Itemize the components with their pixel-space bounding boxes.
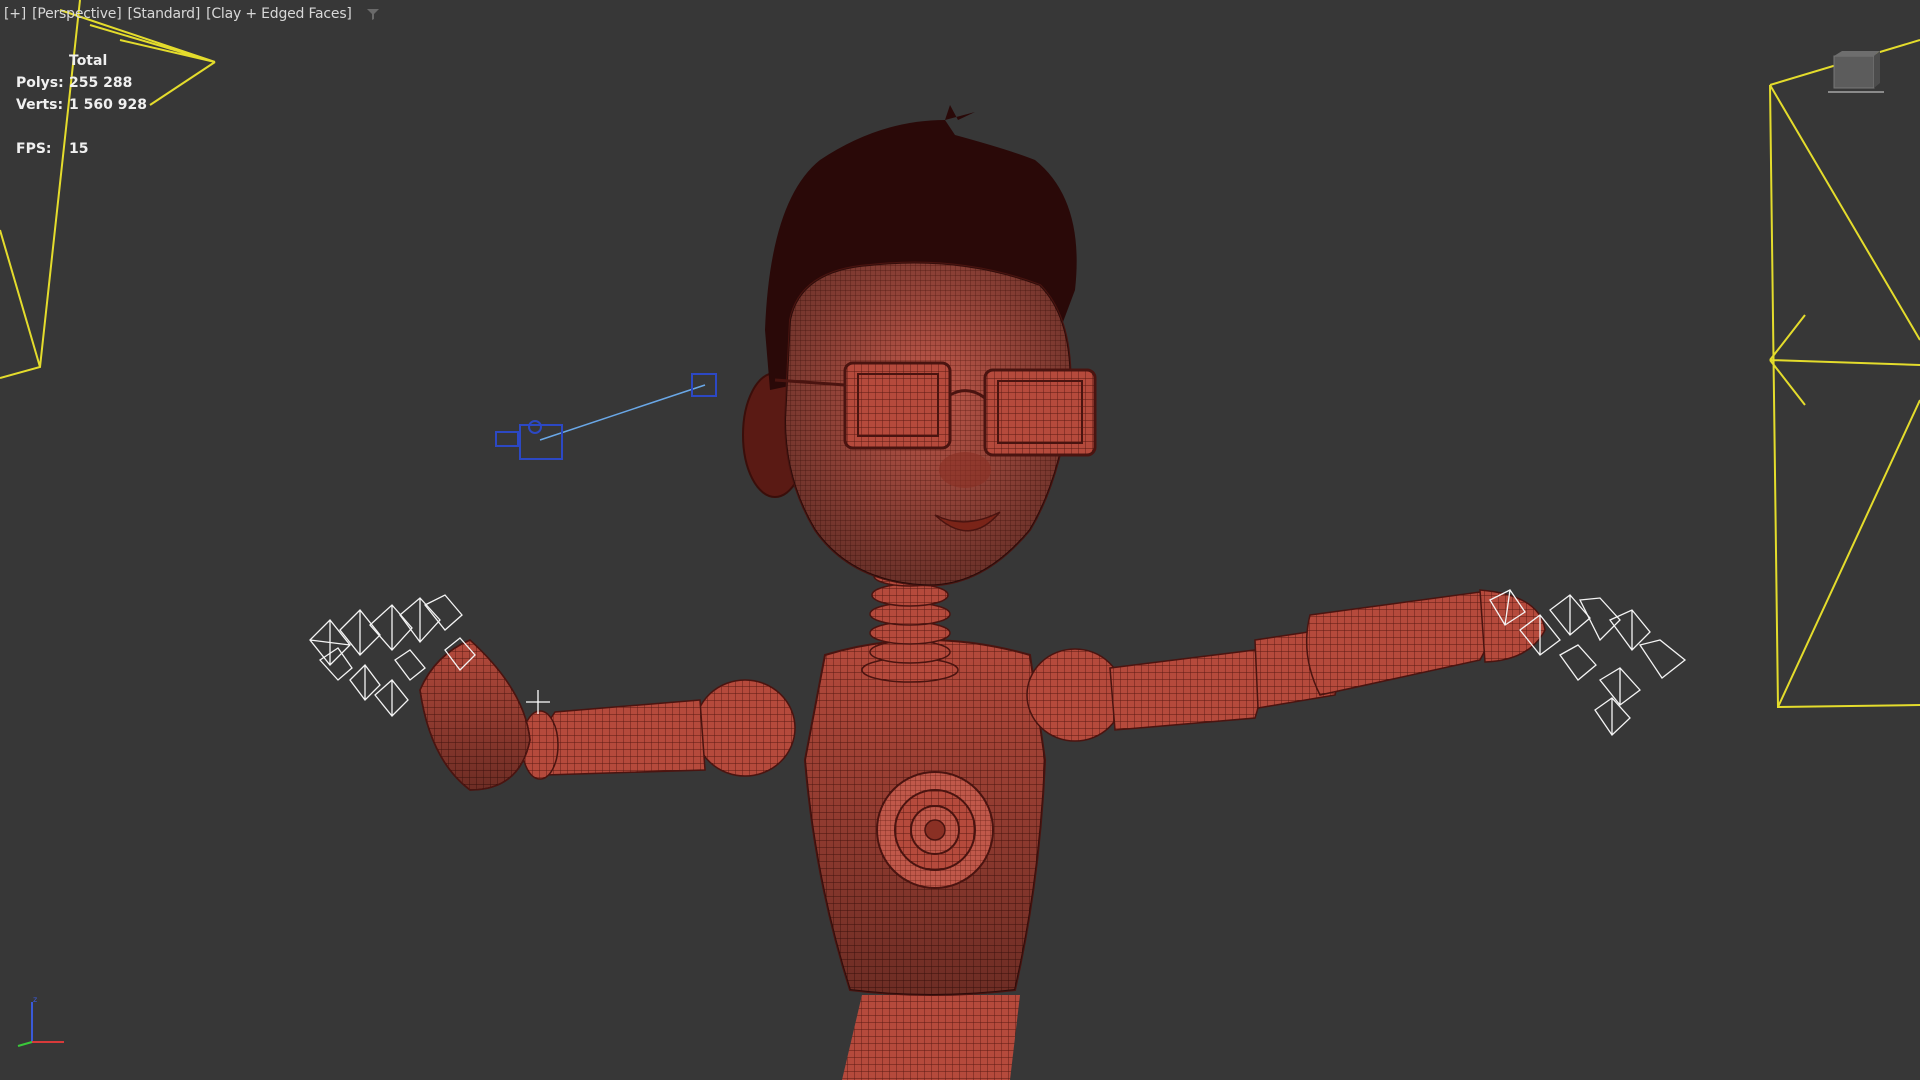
viewport-menu-standard[interactable]: [Standard]: [127, 6, 200, 22]
verts-value: 1 560 928: [69, 97, 147, 113]
stats-header: Total: [69, 53, 108, 69]
stats-polys-row: Polys: 255 288: [16, 72, 147, 94]
fps-value: 15: [69, 141, 89, 157]
chest-reactor: [876, 771, 994, 889]
arm-right: [1026, 589, 1546, 742]
viewcube-icon[interactable]: [1828, 50, 1884, 96]
fps-label: FPS:: [16, 141, 52, 157]
head: [742, 105, 1097, 587]
character-mesh[interactable]: [419, 105, 1546, 1080]
crosshair-cursor-icon: [526, 690, 550, 714]
selected-camera[interactable]: [495, 373, 717, 460]
perspective-viewport[interactable]: [+] [Perspective] [Standard] [Clay + Edg…: [0, 0, 1920, 1080]
scene-canvas[interactable]: [0, 0, 1920, 1080]
axis-tripod-icon: z: [17, 995, 64, 1047]
arm-left: [419, 639, 796, 791]
filter-icon[interactable]: [366, 7, 380, 21]
svg-text:z: z: [33, 995, 37, 1004]
stats-fps-row: FPS: 15: [16, 138, 147, 160]
verts-label: Verts:: [16, 97, 64, 113]
viewport-menu-plus[interactable]: [+]: [4, 6, 26, 22]
polys-value: 255 288: [69, 75, 133, 91]
polys-label: Polys:: [16, 75, 64, 91]
light-right: [1769, 39, 1920, 709]
stats-verts-row: Verts: 1 560 928: [16, 94, 147, 116]
viewport-menu-shading[interactable]: [Clay + Edged Faces]: [206, 6, 352, 22]
statistics-overlay: Total Polys: 255 288 Verts: 1 560 928 FP…: [16, 50, 147, 160]
viewport-label-menu: [+] [Perspective] [Standard] [Clay + Edg…: [4, 6, 380, 22]
viewport-menu-view[interactable]: [Perspective]: [32, 6, 122, 22]
